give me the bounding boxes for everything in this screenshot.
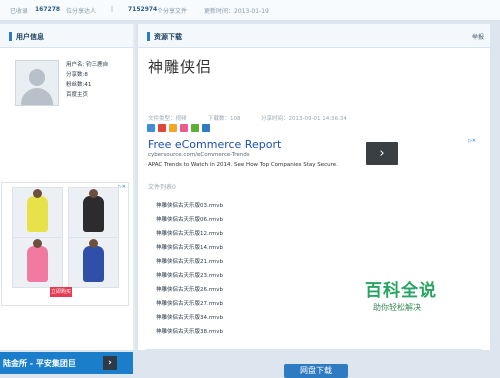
product-image-blue-sweater[interactable] [68, 237, 119, 288]
share-more-icon[interactable] [202, 124, 210, 132]
share-time: 分享时间：2013-09-01 14:36:34 [261, 116, 347, 122]
product-image-pink-coat[interactable] [12, 237, 63, 288]
file-item[interactable]: 神雕侠侣古天乐版38.rmvb [156, 327, 223, 335]
text-ad[interactable]: Free eCommerce Report cybersource.com/eC… [146, 136, 478, 176]
file-item[interactable]: 神雕侠侣古天乐版34.rmvb [156, 313, 223, 321]
user-name[interactable]: 用户名: 钓三鹿自 [66, 60, 108, 70]
file-item[interactable]: 神雕侠侣古天乐版12.rmvb [156, 229, 223, 237]
user-homepage-link[interactable]: 百度主页 [66, 90, 108, 100]
user-shares: 分享数:8 [66, 72, 88, 78]
ad-choices-icon[interactable]: ▷✕ [118, 184, 126, 190]
ad-url: cybersource.com/eCommerce-Trends [148, 152, 250, 158]
share-tencent-icon[interactable] [191, 124, 199, 132]
share-renren-icon[interactable] [169, 124, 177, 132]
watermark: 百科全说 助你轻松解决 [365, 276, 485, 320]
ad-banner-text: 陆金所 - 平安集团巨 [3, 359, 76, 368]
main-header: 资源下载 举报 [138, 24, 490, 48]
ad-buy-button[interactable]: 立即购买 [50, 287, 72, 297]
file-item[interactable]: 神雕侠侣古天乐版03.rmvb [156, 201, 223, 209]
sharers-label: 位分享达人 [66, 8, 97, 15]
file-item[interactable]: 神雕侠侣古天乐版21.rmvb [156, 257, 223, 265]
sidebar-title: 用户信息 [16, 33, 44, 41]
user-info: 用户名: 钓三鹿自 分享数:8 粉丝数:41 百度主页 [66, 60, 108, 100]
ad-next-arrow-icon[interactable]: › [366, 142, 398, 165]
header-accent-bar [9, 32, 12, 41]
ad-description: APAC Trends to Watch in 2014. See How To… [148, 162, 338, 168]
avatar-shoulder-shape [21, 88, 53, 105]
topbar-separator: | [111, 6, 114, 13]
ad-banner-arrow-icon[interactable]: › [103, 356, 117, 370]
netdisk-download-button[interactable]: 网盘下载 [284, 364, 348, 378]
file-item[interactable]: 神雕侠侣古天乐版27.rmvb [156, 299, 223, 307]
main-title: 资源下载 [154, 33, 182, 41]
file-item[interactable]: 神雕侠侣古天乐版06.rmvb [156, 215, 223, 223]
share-qzone-icon[interactable] [147, 124, 155, 132]
header-accent-bar [147, 32, 150, 41]
files-label: 个分享文件 [157, 8, 188, 15]
files-count: 7152974 [128, 6, 158, 13]
resource-title: 神雕侠侣 [148, 58, 213, 76]
user-fans: 粉丝数:41 [66, 82, 92, 88]
update-time: 更新时间：2013-01-19 [204, 8, 269, 15]
file-item[interactable]: 神雕侠侣古天乐版14.rmvb [156, 243, 223, 251]
sidebar-header: 用户信息 [0, 24, 133, 48]
ad-headline-link[interactable]: Free eCommerce Report [148, 138, 281, 151]
avatar-head-shape [29, 69, 45, 86]
sidebar: 用户信息 用户名: 钓三鹿自 分享数:8 粉丝数:41 百度主页 ▷✕ 立即购买… [0, 24, 135, 374]
ad-choices-icon[interactable]: ▷✕ [468, 138, 476, 144]
sidebar-ad-card[interactable]: ▷✕ 立即购买 [1, 182, 129, 306]
included-count: 167278 [35, 6, 61, 13]
avatar[interactable] [15, 60, 59, 106]
product-image-yellow-coat[interactable] [12, 187, 63, 238]
share-weibo-icon[interactable] [158, 124, 166, 132]
file-type: 文件类型：视频 [148, 116, 187, 122]
file-item[interactable]: 神雕侠侣古天乐版26.rmvb [156, 285, 223, 293]
share-douban-icon[interactable] [180, 124, 188, 132]
product-image-black-dress[interactable] [68, 187, 119, 238]
watermark-subtitle: 助你轻松解决 [373, 303, 421, 312]
included-label: 已收录 [10, 8, 29, 15]
file-list-header: 文件列表0 [148, 184, 176, 191]
report-link[interactable]: 举报 [472, 32, 484, 41]
top-stats-bar: 已收录 167278 位分享达人 | 7152974 个分享文件 更新时间：20… [0, 0, 500, 21]
sidebar-ad-banner[interactable]: 陆金所 - 平安集团巨 › [0, 352, 133, 374]
watermark-title: 百科全说 [365, 281, 437, 301]
download-count: 下载数：108 [208, 116, 241, 122]
file-item[interactable]: 神雕侠侣古天乐版23.rmvb [156, 271, 223, 279]
